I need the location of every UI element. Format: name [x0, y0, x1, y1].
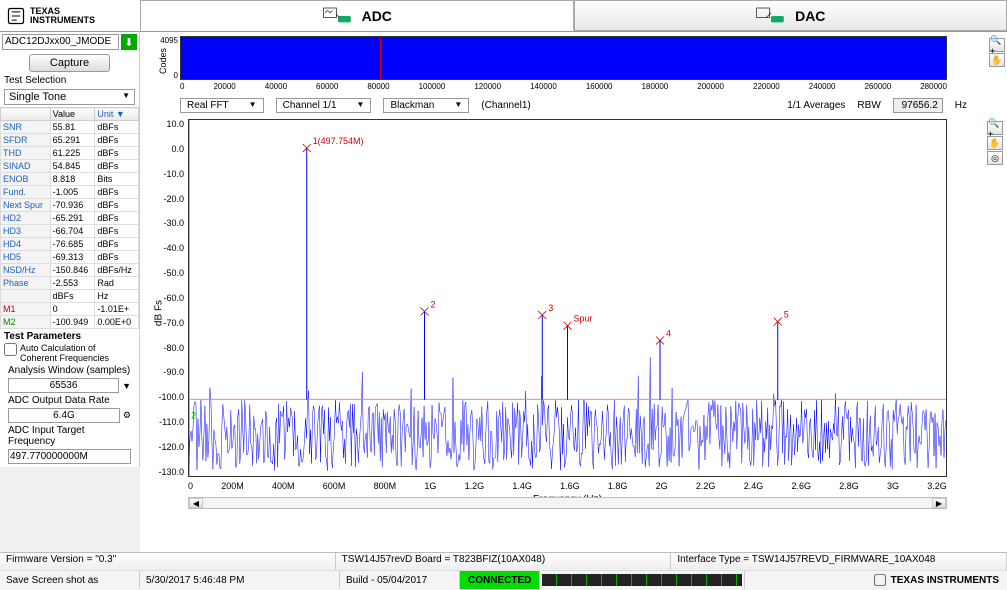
connection-status: CONNECTED — [460, 571, 540, 589]
adc-tab-icon — [322, 6, 354, 26]
table-row: Fund.-1.005dBFs — [1, 186, 139, 199]
gear-icon[interactable]: ⚙ — [123, 410, 131, 421]
svg-text:4: 4 — [666, 328, 671, 338]
interface-info: Interface Type = TSW14J57REVD_FIRMWARE_1… — [671, 553, 1007, 570]
table-row: Phase-2.553Rad — [1, 277, 139, 290]
zoom-plus-icon[interactable]: 🔍+ — [989, 38, 1005, 52]
table-row: SFDR65.291dBFs — [1, 134, 139, 147]
test-selection-label: Test Selection — [0, 74, 139, 87]
auto-calc-checkbox[interactable] — [4, 343, 17, 356]
codes-xaxis: 0200004000060000800001000001200001400001… — [180, 82, 947, 94]
adc-input-label: ADC Input Target Frequency — [4, 424, 135, 448]
footer: Firmware Version = "0.3" TSW14J57revD Bo… — [0, 552, 1007, 590]
capture-button[interactable]: Capture — [29, 54, 110, 72]
svg-text:5: 5 — [784, 310, 789, 320]
table-row: THD61.225dBFs — [1, 147, 139, 160]
averages-label: 1/1 Averages — [787, 100, 845, 111]
fft-type-dropdown[interactable]: Real FFT▼ — [180, 98, 264, 113]
table-row: SNR55.81dBFs — [1, 121, 139, 134]
table-row: ENOB8.818Bits — [1, 173, 139, 186]
tab-adc-label: ADC — [362, 8, 392, 24]
table-row: Next Spur-70.936dBFs — [1, 199, 139, 212]
dac-tab-icon — [755, 6, 787, 26]
metrics-header-value[interactable]: Value — [50, 108, 95, 121]
analysis-window-label: Analysis Window (samples) — [4, 364, 135, 377]
save-screenshot[interactable]: Save Screen shot as — [0, 571, 140, 589]
target-icon[interactable]: ◎ — [987, 151, 1003, 165]
progress-bar — [542, 574, 742, 586]
adc-input-frequency[interactable]: 497.770000000M — [8, 449, 131, 464]
codes-strip: Codes 4095 0 020000400006000080000100000… — [154, 36, 977, 94]
tab-dac-label: DAC — [795, 8, 825, 24]
table-row: M2-100.9490.00E+0 — [1, 316, 139, 329]
svg-text:Spur: Spur — [573, 314, 592, 324]
table-row: NSD/Hz-150.846dBFs/Hz — [1, 264, 139, 277]
table-row: HD2-65.291dBFs — [1, 212, 139, 225]
rbw-label: RBW — [857, 100, 880, 111]
chevron-down-icon[interactable]: ▼ — [122, 381, 131, 391]
table-row: HD3-66.704dBFs — [1, 225, 139, 238]
test-parameters-title: Test Parameters — [4, 331, 135, 342]
device-download-button[interactable]: ⬇ — [121, 34, 137, 50]
window-dropdown[interactable]: Blackman▼ — [383, 98, 469, 113]
channel-dropdown[interactable]: Channel 1/1▼ — [276, 98, 372, 113]
fft-plot[interactable]: 2 1(497.754M) 2 3 Spur 4 5 — [188, 119, 947, 477]
ti-chip-icon — [6, 6, 26, 26]
fft-plot-area: dB Fs 10.00.0-10.0-20.0-30.0-40.0-50.0-6… — [154, 119, 977, 507]
channel-paren: (Channel1) — [481, 100, 530, 111]
firmware-version: Firmware Version = "0.3" — [0, 553, 336, 570]
metrics-header-unit[interactable]: Unit ▼ — [95, 108, 139, 121]
svg-text:3: 3 — [548, 303, 553, 313]
svg-text:2: 2 — [430, 300, 435, 310]
tab-dac[interactable]: DAC — [574, 0, 1007, 31]
tab-adc[interactable]: ADC — [140, 0, 574, 31]
ti-chip-icon — [873, 573, 887, 587]
brand-bottom: INSTRUMENTS — [30, 16, 95, 25]
main-area: Codes 4095 0 020000400006000080000100000… — [140, 32, 1007, 552]
adc-output-input[interactable]: 6.4G — [8, 408, 120, 423]
metrics-header-empty[interactable] — [1, 108, 51, 121]
device-select[interactable]: ADC12DJxx00_JMODE — [2, 34, 119, 50]
chevron-down-icon: ▼ — [122, 91, 130, 103]
board-info: TSW14J57revD Board = T823BFIZ(10AX048) — [336, 553, 672, 570]
option-bar: Real FFT▼ Channel 1/1▼ Blackman▼ (Channe… — [140, 96, 1007, 115]
analysis-window-input[interactable]: 65536 — [8, 378, 119, 393]
svg-text:1(497.754M): 1(497.754M) — [313, 136, 364, 146]
codes-marker — [380, 37, 381, 79]
table-row: M10-1.01E+ — [1, 303, 139, 316]
ti-footer-logo: TEXAS INSTRUMENTS — [873, 573, 1007, 587]
left-panel: ADC12DJxx00_JMODE ⬇ Capture Test Selecti… — [0, 32, 140, 467]
horizontal-scrollbar[interactable]: ◀ ▶ — [188, 497, 947, 511]
auto-calc-label: Auto Calculation of Coherent Frequencies — [20, 343, 135, 363]
rbw-value: 97656.2 — [893, 98, 943, 113]
table-row: dBFsHz — [1, 290, 139, 303]
zoom-plus-icon[interactable]: 🔍+ — [987, 121, 1003, 135]
table-row: HD4-76.685dBFs — [1, 238, 139, 251]
pan-icon[interactable]: ✋ — [989, 53, 1005, 67]
table-row: HD5-69.313dBFs — [1, 251, 139, 264]
test-selection-dropdown[interactable]: Single Tone▼ — [4, 89, 135, 105]
ti-logo: TEXAS INSTRUMENTS — [0, 0, 140, 31]
scroll-right-icon[interactable]: ▶ — [932, 498, 946, 508]
scroll-left-icon[interactable]: ◀ — [189, 498, 203, 508]
rbw-unit: Hz — [955, 100, 967, 111]
table-row: SINAD54.845dBFs — [1, 160, 139, 173]
pan-icon[interactable]: ✋ — [987, 136, 1003, 150]
timestamp: 5/30/2017 5:46:48 PM — [140, 571, 340, 589]
codes-plot[interactable] — [180, 36, 947, 80]
build-date: Build - 05/04/2017 — [340, 571, 460, 589]
metrics-table: Value Unit ▼ SNR55.81dBFsSFDR65.291dBFsT… — [0, 107, 139, 329]
adc-output-label: ADC Output Data Rate — [4, 394, 135, 407]
